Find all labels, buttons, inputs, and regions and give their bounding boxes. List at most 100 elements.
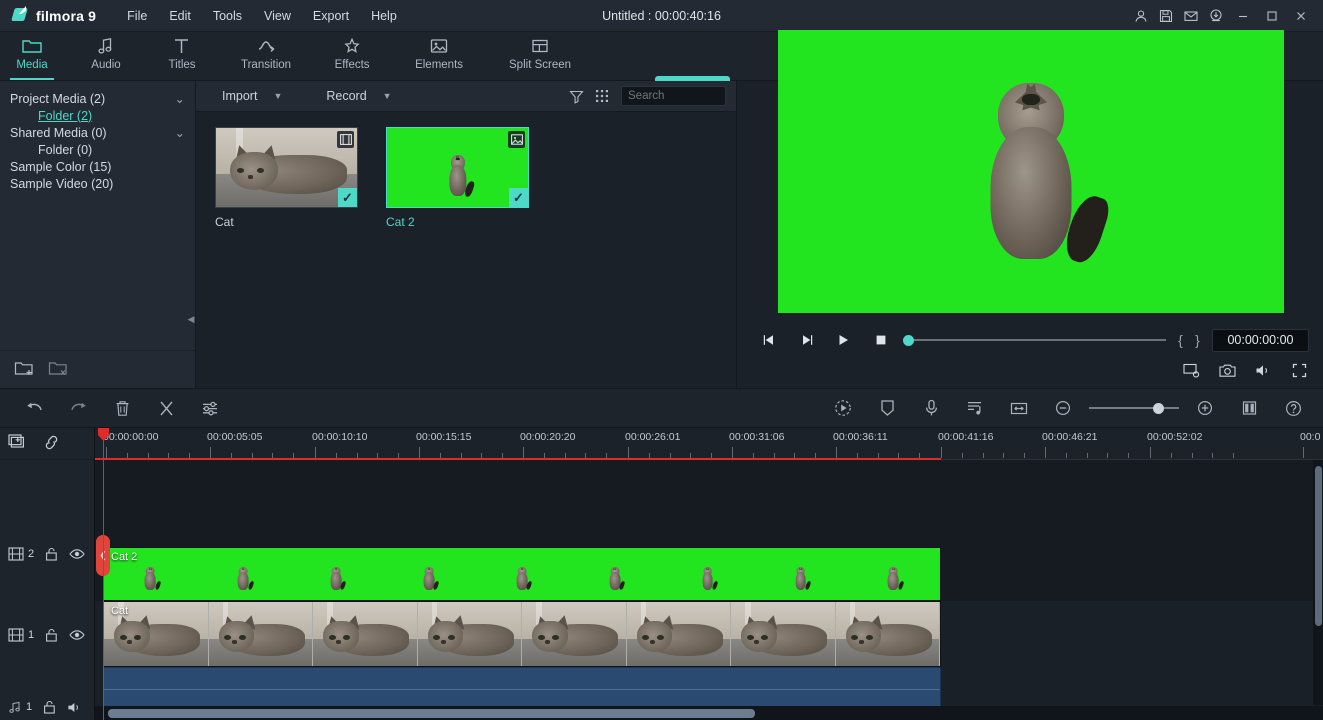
track-row-video-2[interactable]: Cat 2 bbox=[95, 547, 1323, 601]
chevron-down-icon[interactable]: ▼ bbox=[273, 91, 282, 101]
track-header-audio-1[interactable]: 1 bbox=[0, 700, 95, 714]
filter-icon[interactable] bbox=[563, 83, 589, 109]
download-icon[interactable] bbox=[1203, 0, 1228, 32]
grid-view-icon[interactable] bbox=[589, 83, 615, 109]
prev-frame-button[interactable] bbox=[751, 325, 788, 355]
tab-transition[interactable]: Transition bbox=[232, 32, 300, 80]
menu-view[interactable]: View bbox=[253, 4, 302, 28]
chevron-down-icon[interactable]: ⌄ bbox=[175, 91, 185, 106]
timeline-zoom-slider[interactable] bbox=[1089, 398, 1179, 418]
chevron-down-icon[interactable]: ▼ bbox=[383, 91, 392, 101]
tab-transition-label: Transition bbox=[241, 59, 292, 71]
add-track-icon[interactable] bbox=[8, 433, 27, 454]
redo-icon[interactable] bbox=[56, 389, 100, 428]
zoom-handle[interactable] bbox=[1153, 402, 1164, 414]
vertical-scrollbar-thumb[interactable] bbox=[1315, 466, 1322, 626]
delete-folder-icon[interactable] bbox=[48, 360, 68, 380]
link-icon[interactable] bbox=[43, 434, 60, 454]
media-item-cat[interactable]: ✓ Cat bbox=[215, 127, 358, 229]
tab-audio[interactable]: Audio bbox=[78, 32, 134, 80]
seek-handle[interactable] bbox=[903, 334, 914, 346]
split-icon[interactable] bbox=[144, 389, 188, 428]
preview-seek-slider[interactable] bbox=[903, 330, 1166, 350]
menu-export[interactable]: Export bbox=[302, 4, 360, 28]
zoom-in-icon[interactable] bbox=[1183, 389, 1227, 428]
chevron-down-icon[interactable]: ⌄ bbox=[175, 125, 185, 140]
media-item-label: Cat bbox=[215, 215, 234, 229]
track-row-video-1[interactable]: Cat bbox=[95, 601, 1323, 720]
mail-icon[interactable] bbox=[1178, 0, 1203, 32]
sidebar-item-shared-media[interactable]: Shared Media (0) ⌄ bbox=[0, 124, 195, 141]
tab-titles[interactable]: Titles bbox=[154, 32, 210, 80]
next-frame-button[interactable] bbox=[788, 325, 825, 355]
play-button[interactable] bbox=[825, 325, 862, 355]
unlock-icon[interactable] bbox=[45, 547, 58, 561]
import-button[interactable]: Import ▼ bbox=[214, 89, 290, 103]
search-box[interactable] bbox=[621, 86, 798, 106]
sidebar-item-sample-video[interactable]: Sample Video (20) bbox=[0, 175, 195, 192]
save-icon[interactable] bbox=[1153, 0, 1178, 32]
audio-mixer-icon[interactable] bbox=[953, 389, 997, 428]
sidebar-item-folder-2[interactable]: Folder (2) bbox=[0, 107, 195, 124]
mark-in-button[interactable]: { bbox=[1172, 332, 1189, 348]
selected-check-icon[interactable]: ✓ bbox=[509, 188, 528, 207]
preview-video[interactable] bbox=[778, 30, 1284, 313]
timeline-clip-cat-2[interactable]: Cat 2 bbox=[103, 547, 941, 601]
tab-split-screen[interactable]: Split Screen bbox=[500, 32, 580, 80]
menu-help[interactable]: Help bbox=[360, 4, 408, 28]
fullscreen-icon[interactable] bbox=[1287, 358, 1311, 382]
record-button[interactable]: Record ▼ bbox=[318, 89, 399, 103]
zoom-out-icon[interactable] bbox=[1041, 389, 1085, 428]
track-header-video-2[interactable]: 2 bbox=[0, 547, 95, 561]
media-item-cat-2[interactable]: ✓ Cat 2 bbox=[386, 127, 529, 229]
track-header-video-1[interactable]: 1 bbox=[0, 628, 95, 642]
tab-effects[interactable]: Effects bbox=[324, 32, 380, 80]
timeline-ruler[interactable]: 00:00:00:00 00:00:05:05 00:00:10:10 00:0… bbox=[95, 428, 1323, 460]
voiceover-icon[interactable] bbox=[909, 389, 953, 428]
unlock-icon[interactable] bbox=[43, 700, 56, 714]
tab-elements[interactable]: Elements bbox=[406, 32, 472, 80]
horizontal-scrollbar-thumb[interactable] bbox=[108, 709, 755, 718]
track-row-empty[interactable] bbox=[95, 460, 1323, 547]
media-thumbnail[interactable]: ✓ bbox=[215, 127, 358, 208]
close-button[interactable] bbox=[1286, 0, 1315, 32]
preview-timecode[interactable]: 00:00:00:00 bbox=[1212, 328, 1309, 352]
sidebar-item-folder-0[interactable]: Folder (0) bbox=[0, 141, 195, 158]
eye-icon[interactable] bbox=[69, 629, 85, 641]
sidebar-item-project-media[interactable]: Project Media (2) ⌄ bbox=[0, 90, 195, 107]
minimize-button[interactable] bbox=[1228, 0, 1257, 32]
media-thumbnail[interactable]: ✓ bbox=[386, 127, 529, 208]
chevron-left-icon[interactable]: ◀ bbox=[187, 306, 195, 332]
tab-media[interactable]: Media bbox=[4, 32, 60, 80]
playhead[interactable] bbox=[103, 428, 104, 720]
undo-icon[interactable] bbox=[12, 389, 56, 428]
selected-check-icon[interactable]: ✓ bbox=[338, 188, 357, 207]
marker-icon[interactable] bbox=[1227, 389, 1271, 428]
track-number: 1 bbox=[28, 629, 35, 641]
speed-icon[interactable] bbox=[821, 389, 865, 428]
horizontal-scrollbar-track[interactable] bbox=[95, 706, 1323, 720]
crop-icon[interactable] bbox=[865, 389, 909, 428]
maximize-button[interactable] bbox=[1257, 0, 1286, 32]
menu-file[interactable]: File bbox=[116, 4, 158, 28]
snapshot-icon[interactable] bbox=[1215, 358, 1239, 382]
eye-icon[interactable] bbox=[69, 548, 85, 560]
sidebar-item-sample-color[interactable]: Sample Color (15) bbox=[0, 158, 195, 175]
stop-button[interactable] bbox=[862, 325, 899, 355]
clip-audio-waveform[interactable] bbox=[103, 667, 941, 711]
adjust-icon[interactable] bbox=[188, 389, 232, 428]
fit-timeline-icon[interactable] bbox=[997, 389, 1041, 428]
volume-icon[interactable] bbox=[1251, 358, 1275, 382]
speaker-icon[interactable] bbox=[67, 701, 83, 714]
menu-edit[interactable]: Edit bbox=[158, 4, 202, 28]
unlock-icon[interactable] bbox=[45, 628, 58, 642]
timeline-clip-cat[interactable]: Cat bbox=[103, 601, 941, 667]
ruler-label: 00:00:52:02 bbox=[1147, 431, 1203, 443]
help-icon[interactable] bbox=[1271, 389, 1315, 428]
delete-icon[interactable] bbox=[100, 389, 144, 428]
mark-out-button[interactable]: } bbox=[1189, 332, 1206, 348]
display-settings-icon[interactable] bbox=[1179, 358, 1203, 382]
account-icon[interactable] bbox=[1128, 0, 1153, 32]
menu-tools[interactable]: Tools bbox=[202, 4, 253, 28]
new-folder-icon[interactable] bbox=[14, 360, 34, 380]
